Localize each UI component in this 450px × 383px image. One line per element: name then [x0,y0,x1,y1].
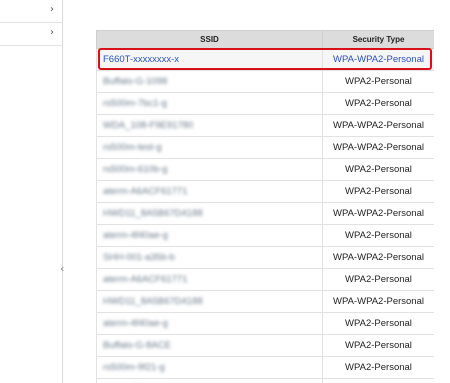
security-type-cell: WPA2-Personal [322,356,434,379]
ssid-cell[interactable]: HW02-55C163 [96,378,323,383]
ssid-cell[interactable]: HWD11_8A5B67D4188 [96,290,323,313]
security-type-cell: WPA2-Personal [322,334,434,357]
ssid-text: HWD11_8A5B67D4188 [103,208,203,219]
chevron-right-icon[interactable]: › [50,27,54,38]
table-row[interactable]: aterm-A6ACF61771 WPA2-Personal [96,268,434,291]
ssid-cell[interactable]: rs500m-610b-g [96,158,323,181]
security-type-cell: WPA-WPA2-Personal [322,48,434,71]
table-row[interactable]: rs500m-610b-g WPA2-Personal [96,158,434,181]
ssid-cell[interactable]: aterm-A6ACF61771 [96,268,323,291]
security-type-cell: WPA2-Personal [322,158,434,181]
left-nav-item-1[interactable]: › [0,0,62,23]
table-row[interactable]: rs500m-test-g WPA-WPA2-Personal [96,136,434,159]
chevron-right-icon[interactable]: › [50,4,54,15]
ssid-text: rs500m-610b-g [103,164,168,175]
ssid-cell[interactable]: rs500m-7bc1-g [96,92,323,115]
ssid-cell[interactable]: HWD11_8A5B67D4188 [96,202,323,225]
ssid-cell[interactable]: rs500m-test-g [96,136,323,159]
ssid-text: WDA_108-F9E91780 [103,120,194,131]
security-type-cell: WPA2-Personal [322,312,434,335]
security-type-cell: WPA2-Personal [322,268,434,291]
ssid-text: rs500m-9f21-g [103,362,165,373]
security-type-cell: WPA2-Personal [322,70,434,93]
table-row[interactable]: Buffalo-G-8ACE WPA2-Personal [96,334,434,357]
table-row[interactable]: rs500m-7bc1-g WPA2-Personal [96,92,434,115]
ssid-text: Buffalo-G-8ACE [103,340,171,351]
ssid-text: aterm-A6ACF61771 [103,186,188,197]
security-type-cell: WPA-WPA2-Personal [322,246,434,269]
ssid-text: HWD11_8A5B67D4188 [103,296,203,307]
table-header-row: SSID Security Type [96,30,434,49]
table-row[interactable]: Buffalo-G-1098 WPA2-Personal [96,70,434,93]
table-row[interactable]: HW02-55C163WPA2-Personal [96,378,434,383]
table-row[interactable]: WDA_108-F9E91780 WPA-WPA2-Personal [96,114,434,137]
ssid-cell[interactable]: Buffalo-G-8ACE [96,334,323,357]
table-row[interactable]: HWD11_8A5B67D4188 WPA-WPA2-Personal [96,202,434,225]
column-header-ssid: SSID [96,30,323,49]
ssid-text: F660T-xxxxxxxx-x [103,54,180,65]
table-row[interactable]: aterm-4f40ae-g WPA2-Personal [96,224,434,247]
security-type-cell: WPA2-Personal [322,224,434,247]
table-row-selected[interactable]: F660T-xxxxxxxx-x WPA-WPA2-Personal [96,48,434,71]
ssid-cell[interactable]: Buffalo-G-1098 [96,70,323,93]
ssid-text: rs500m-test-g [103,142,162,153]
security-type-cell: WPA-WPA2-Personal [322,290,434,313]
table-row[interactable]: rs500m-9f21-g WPA2-Personal [96,356,434,379]
table-row[interactable]: SHH-001-a35b-b WPA-WPA2-Personal [96,246,434,269]
ssid-text: aterm-4f40ae-g [103,318,168,329]
ssid-cell[interactable]: WDA_108-F9E91780 [96,114,323,137]
ssid-text: SHH-001-a35b-b [103,252,175,263]
left-panel: › › [0,0,63,383]
column-header-security: Security Type [322,30,434,49]
security-type-cell: WPA2-Personal [322,92,434,115]
left-nav-item-2[interactable]: › [0,23,62,46]
table-row[interactable]: HWD11_8A5B67D4188 WPA-WPA2-Personal [96,290,434,313]
security-type-cell: WPA2-Personal [322,378,434,383]
ssid-text: aterm-4f40ae-g [103,230,168,241]
security-type-cell: WPA2-Personal [322,180,434,203]
table-row[interactable]: aterm-4f40ae-g WPA2-Personal [96,312,434,335]
security-type-cell: WPA-WPA2-Personal [322,202,434,225]
collapse-arrow-icon[interactable]: ‹ [60,262,64,275]
ssid-cell[interactable]: aterm-4f40ae-g [96,312,323,335]
wifi-network-table: SSID Security Type F660T-xxxxxxxx-x WPA-W… [96,30,434,383]
ssid-text: Buffalo-G-1098 [103,76,168,87]
ssid-cell[interactable]: aterm-4f40ae-g [96,224,323,247]
security-type-cell: WPA-WPA2-Personal [322,136,434,159]
ssid-cell[interactable]: SHH-001-a35b-b [96,246,323,269]
ssid-cell[interactable]: rs500m-9f21-g [96,356,323,379]
ssid-text: aterm-A6ACF61771 [103,274,188,285]
ssid-cell[interactable]: F660T-xxxxxxxx-x [96,48,323,71]
security-type-cell: WPA-WPA2-Personal [322,114,434,137]
ssid-cell[interactable]: aterm-A6ACF61771 [96,180,323,203]
ssid-text: rs500m-7bc1-g [103,98,167,109]
table-row[interactable]: aterm-A6ACF61771 WPA2-Personal [96,180,434,203]
